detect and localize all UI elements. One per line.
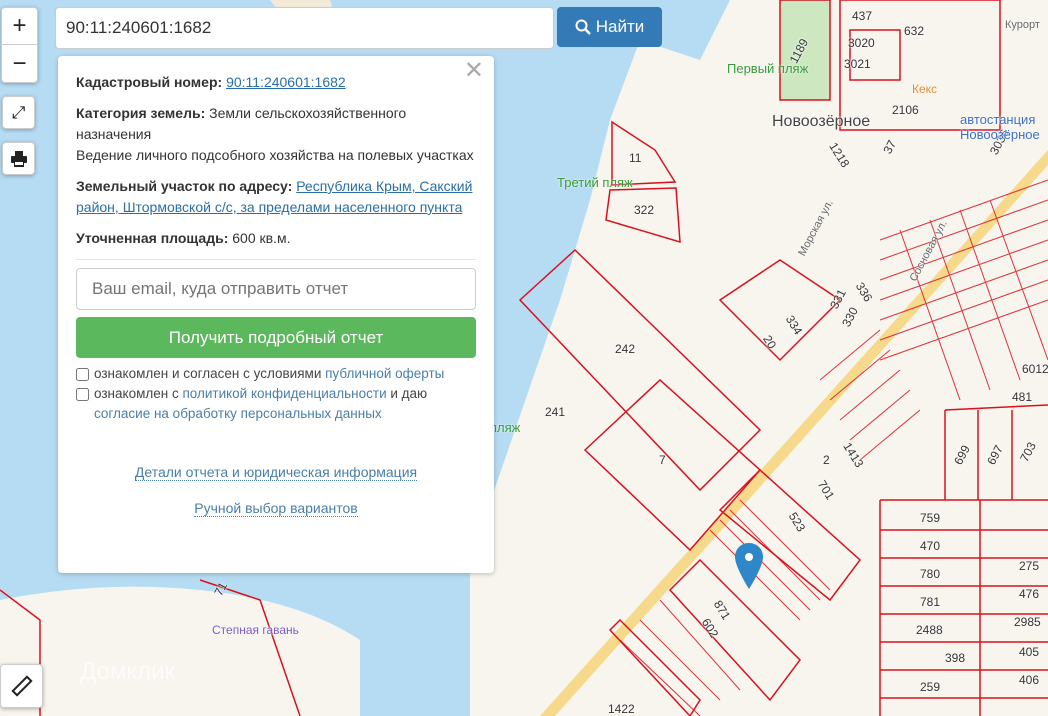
get-report-button[interactable]: Получить подробный отчет	[76, 317, 476, 358]
cadastral-search-input[interactable]	[55, 7, 554, 49]
parcel-label: 780	[920, 567, 941, 581]
parcel-label: 275	[1019, 559, 1040, 573]
offer-checkbox[interactable]	[76, 368, 89, 381]
offer-text: ознакомлен и согласен с условиями публич…	[94, 364, 444, 384]
poi-label: Курорт	[1005, 19, 1040, 31]
cadastral-number-label: Кадастровый номер:	[76, 74, 223, 90]
ruler-icon	[10, 675, 33, 697]
parcel-label: 259	[920, 680, 941, 694]
parcel-label: 2985	[1014, 615, 1041, 629]
parcel-label: 405	[1019, 645, 1040, 659]
address-label: Земельный участок по адресу:	[76, 178, 293, 194]
parcel-label: 398	[945, 651, 966, 665]
cadastral-number-row: Кадастровый номер: 90:11:240601:1682	[76, 72, 476, 93]
report-details-link[interactable]: Детали отчета и юридическая информация	[134, 464, 418, 481]
find-button-label: Найти	[595, 17, 645, 36]
close-icon[interactable]: ✕	[464, 59, 484, 83]
fullscreen-button[interactable]: ⤢	[2, 96, 35, 129]
beach-label: Первый пляж	[727, 61, 809, 76]
land-category-label: Категория земель:	[76, 105, 206, 121]
print-button[interactable]	[2, 142, 35, 175]
map-marker-icon[interactable]	[734, 543, 764, 589]
area-label: Уточненная площадь:	[76, 230, 229, 246]
zoom-controls: + −	[1, 7, 38, 83]
divider	[76, 259, 476, 260]
offer-link[interactable]: публичной оферты	[325, 366, 444, 381]
land-use-value: Ведение личного подсобного хозяйства на …	[76, 147, 474, 163]
parcel-label: 6012	[1022, 362, 1048, 376]
parcel-label: 759	[920, 511, 941, 525]
parcel-label: 2488	[916, 623, 943, 637]
parcel-label: 481	[1012, 390, 1033, 404]
bus-station-label: Новоозёрное	[960, 127, 1040, 142]
parcel-label: 241	[545, 405, 566, 419]
parcel-label: 3020	[848, 36, 875, 50]
parcel-label: 2	[823, 453, 830, 467]
manual-selection-link[interactable]: Ручной выбор вариантов	[194, 500, 358, 517]
personal-data-consent-link[interactable]: согласие на обработку персональных данны…	[94, 406, 382, 421]
parcel-info-panel: ✕ Кадастровый номер: 90:11:240601:1682 К…	[58, 56, 494, 573]
print-icon	[10, 150, 27, 167]
offer-agreement: ознакомлен и согласен с условиями публич…	[76, 364, 476, 384]
beach-label: пляж	[490, 420, 521, 435]
parcel-label: 470	[920, 539, 941, 553]
town-label: Новоозёрное	[772, 113, 871, 130]
land-category-row: Категория земель: Земли сельскохозяйстве…	[76, 103, 476, 166]
parcel-label: 632	[904, 24, 925, 38]
search-icon	[575, 19, 591, 35]
watermark: Домклик	[80, 658, 176, 685]
parcel-label: 476	[1019, 587, 1040, 601]
address-row: Земельный участок по адресу: Республика …	[76, 176, 476, 218]
poi-label: Кекс	[912, 82, 938, 96]
area-value: 600 кв.м.	[232, 230, 291, 246]
parcel-label: 3021	[844, 57, 871, 71]
privacy-agreement: ознакомлен с политикой конфиденциальност…	[76, 384, 476, 424]
zoom-in-button[interactable]: +	[2, 8, 37, 45]
privacy-label-2: и даю	[386, 386, 428, 401]
find-button[interactable]: Найти	[557, 7, 662, 47]
beach-label: Третий пляж	[557, 175, 633, 190]
parcel-label: 242	[615, 342, 636, 356]
email-input[interactable]	[76, 268, 476, 310]
parcel-label: 781	[920, 595, 941, 609]
harbor-label: Степная гавань	[212, 623, 299, 637]
cadastral-number-link[interactable]: 90:11:240601:1682	[226, 74, 346, 90]
privacy-policy-link[interactable]: политикой конфиденциальности	[182, 386, 386, 401]
offer-label: ознакомлен и согласен с условиями	[94, 366, 326, 381]
ruler-button[interactable]	[0, 664, 43, 708]
bus-station-label: автостанция	[960, 112, 1036, 127]
parcel-label: 322	[634, 203, 655, 217]
privacy-text: ознакомлен с политикой конфиденциальност…	[94, 384, 476, 424]
area-row: Уточненная площадь: 600 кв.м.	[76, 228, 476, 249]
privacy-checkbox[interactable]	[76, 388, 89, 401]
parcel-label: 2106	[892, 103, 919, 117]
parcel-label: 7	[659, 453, 666, 467]
parcel-label: 11	[629, 151, 642, 165]
parcel-label: 1422	[608, 702, 635, 716]
privacy-label: ознакомлен с	[94, 386, 183, 401]
expand-icon: ⤢	[11, 102, 26, 122]
parcel-label: 437	[852, 9, 873, 23]
zoom-out-button[interactable]: −	[2, 45, 37, 82]
parcel-label: 406	[1019, 673, 1040, 687]
